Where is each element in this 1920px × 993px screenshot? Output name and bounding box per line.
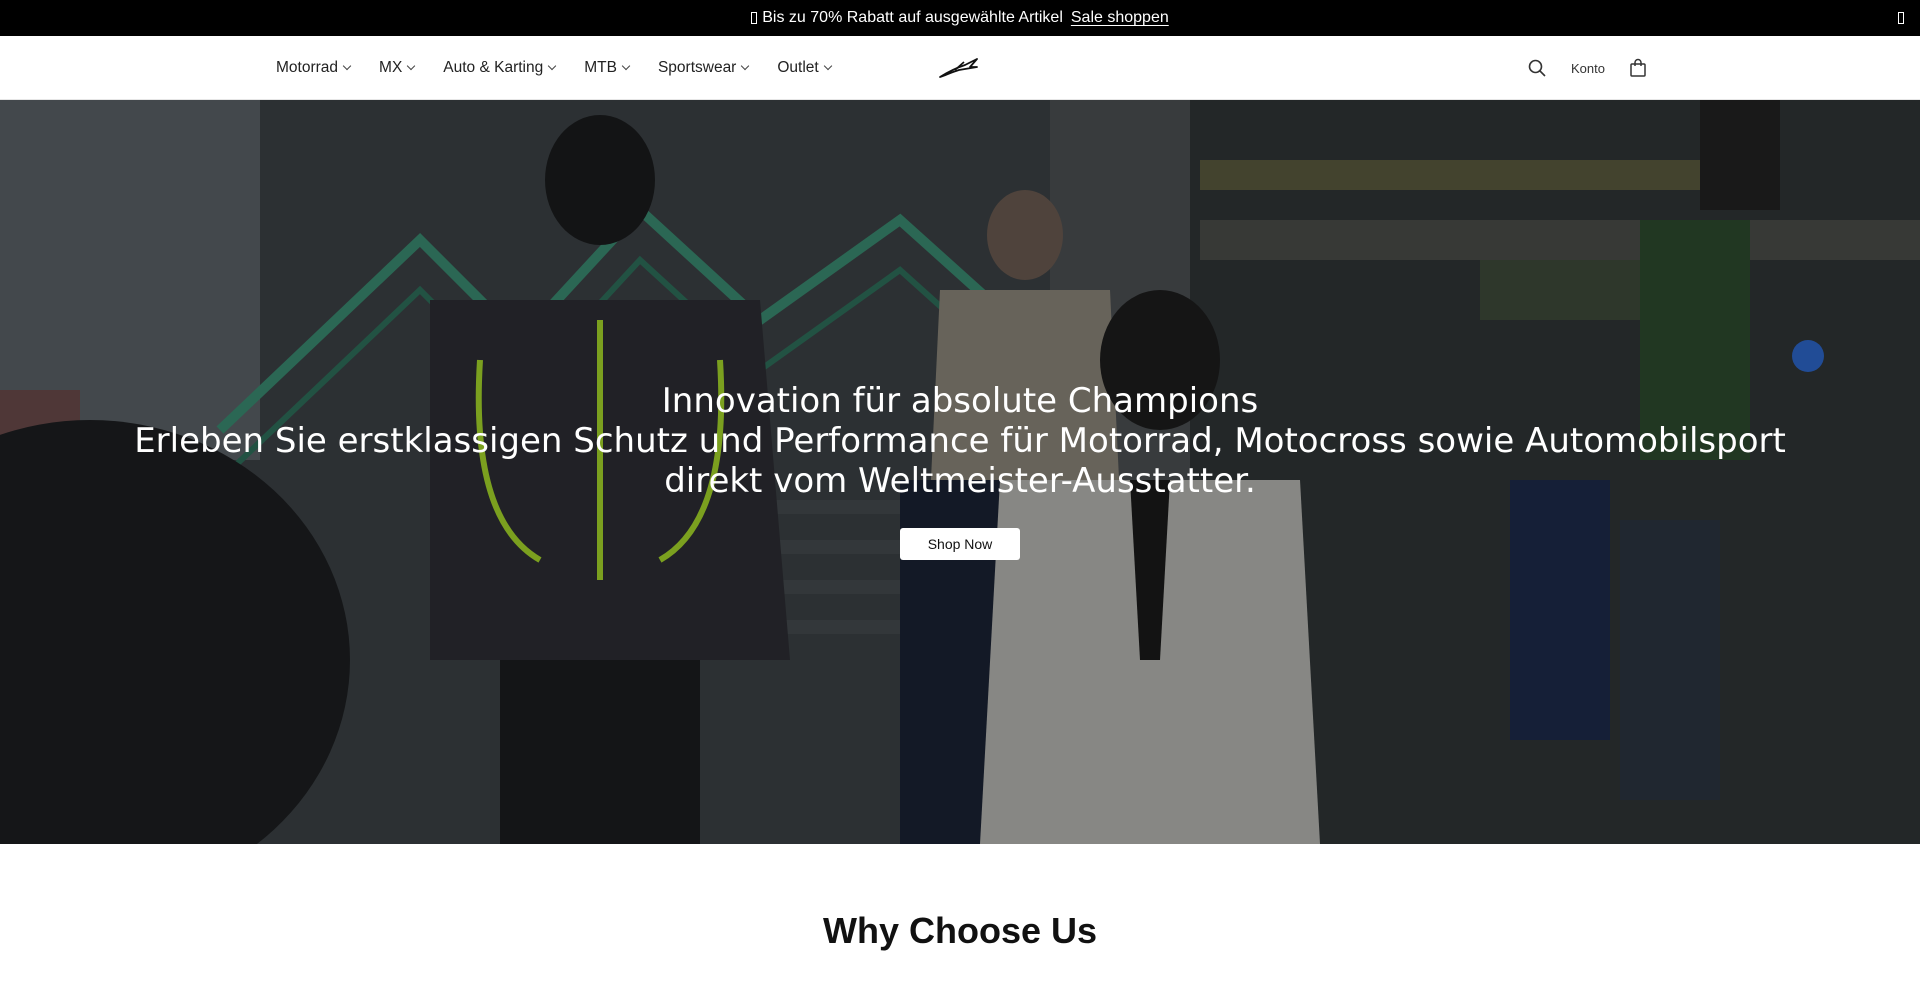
chevron-down-icon — [823, 61, 832, 71]
chevron-down-icon — [621, 61, 631, 71]
site-header: Motorrad MX Auto & Karting MTB Sportswea… — [0, 36, 1920, 100]
nav-item-label: Outlet — [777, 59, 819, 76]
hero-text: Innovation für absolute Champions Erlebe… — [0, 381, 1920, 501]
chevron-down-icon — [547, 61, 557, 71]
nav-item-label: MTB — [584, 59, 617, 76]
nav-item-sportswear[interactable]: Sportswear — [657, 59, 750, 77]
sale-link[interactable]: Sale shoppen — [1071, 9, 1169, 27]
header-actions: Konto — [1527, 36, 1647, 100]
hero-title: Innovation für absolute Champions — [661, 381, 1259, 421]
account-link[interactable]: Konto — [1571, 61, 1605, 76]
nav-item-label: Motorrad — [276, 59, 339, 76]
nav-item-motorrad[interactable]: Motorrad — [276, 59, 352, 77]
shopping-bag-icon[interactable] — [1629, 58, 1647, 78]
brand-logo-icon[interactable] — [938, 56, 980, 80]
gift-icon — [751, 12, 758, 24]
section-title: Why Choose Us — [822, 910, 1098, 951]
chevron-down-icon — [741, 61, 750, 71]
shop-now-button[interactable]: Shop Now — [900, 528, 1020, 560]
close-icon[interactable] — [1898, 12, 1904, 24]
nav-item-label: Auto & Karting — [443, 59, 544, 76]
hero-banner: Innovation für absolute Champions Erlebe… — [0, 100, 1920, 844]
announcement-bar: Bis zu 70% Rabatt auf ausgewählte Artike… — [0, 0, 1920, 36]
announcement-text: Bis zu 70% Rabatt auf ausgewählte Artike… — [762, 9, 1063, 26]
nav-item-label: Sportswear — [657, 59, 737, 76]
nav-item-mx[interactable]: MX — [379, 59, 416, 77]
main-nav: Motorrad MX Auto & Karting MTB Sportswea… — [276, 36, 860, 100]
nav-item-auto-karting[interactable]: Auto & Karting — [443, 59, 557, 77]
search-icon[interactable] — [1527, 58, 1547, 78]
chevron-down-icon — [342, 61, 352, 71]
nav-item-mtb[interactable]: MTB — [584, 59, 631, 77]
nav-item-label: MX — [379, 59, 403, 76]
chevron-down-icon — [407, 61, 416, 71]
hero-subtitle: Erleben Sie erstklassigen Schutz und Per… — [134, 421, 1786, 501]
nav-item-outlet[interactable]: Outlet — [777, 59, 832, 77]
